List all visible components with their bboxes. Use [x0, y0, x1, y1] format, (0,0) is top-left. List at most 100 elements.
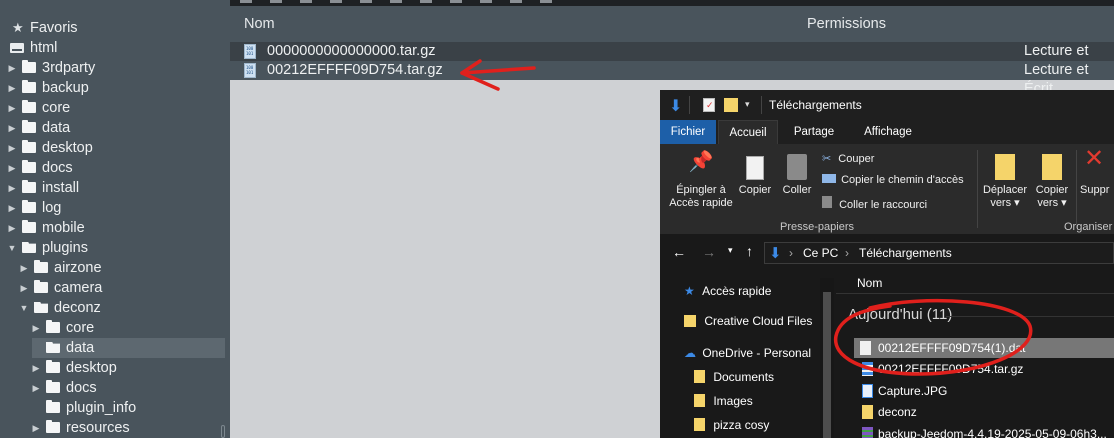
tree-item-deconz-desktop[interactable]: ▶ desktop	[0, 358, 230, 378]
move-to-button[interactable]: Déplacer vers ▾	[980, 152, 1030, 210]
folder-icon	[694, 418, 705, 431]
chevron-right-icon[interactable]: ▶	[7, 98, 17, 118]
recent-dropdown-icon[interactable]: ▾	[728, 245, 733, 256]
nav-quick-access[interactable]: ★ Accès rapide	[684, 284, 771, 298]
file-item-name: deconz	[878, 405, 917, 419]
copy-button[interactable]: Copier	[736, 152, 774, 197]
tree-item-plugins[interactable]: ▼ plugins	[0, 238, 230, 258]
tree-item-label: data	[66, 340, 95, 356]
shortcut-icon	[822, 196, 832, 208]
chevron-right-icon[interactable]: ▶	[19, 278, 29, 298]
chevron-right-icon[interactable]: ▶	[7, 118, 17, 138]
chevron-right-icon[interactable]: ▶	[31, 378, 41, 398]
cut-button[interactable]: ✂ Couper	[822, 152, 874, 165]
tree-item-log[interactable]: ▶ log	[0, 198, 230, 218]
archive-icon	[244, 63, 256, 78]
nav-images[interactable]: Images	[694, 394, 753, 408]
tab-view[interactable]: Affichage	[854, 120, 922, 144]
column-header-name[interactable]: Nom	[857, 276, 882, 290]
drive-icon	[10, 43, 24, 53]
chevron-right-icon[interactable]: ▶	[7, 218, 17, 238]
copy-to-button[interactable]: Copier vers ▾	[1032, 152, 1072, 210]
breadcrumb-this-pc[interactable]: Ce PC	[803, 246, 838, 260]
column-header-permissions[interactable]: Permissions	[807, 16, 886, 32]
tree-item-docs[interactable]: ▶ docs	[0, 158, 230, 178]
tab-file[interactable]: Fichier	[660, 120, 716, 144]
column-header-name[interactable]: Nom	[244, 16, 275, 32]
back-arrow-icon[interactable]: ←	[672, 244, 686, 260]
nav-onedrive[interactable]: ☁ OneDrive - Personal	[684, 346, 811, 360]
tree-item-label: plugins	[42, 240, 88, 256]
delete-button[interactable]: ✕ Suppr	[1080, 145, 1114, 197]
tree-item-3rdparty[interactable]: ▶ 3rdparty	[0, 58, 230, 78]
pin-icon: 📌	[688, 151, 714, 173]
tree-item-plugin-info[interactable]: plugin_info	[0, 398, 230, 418]
window-title: Téléchargements	[769, 98, 862, 112]
file-row[interactable]: 0000000000000000.tar.gz Lecture et Écrit	[230, 42, 1114, 78]
chevron-right-icon[interactable]: ▶	[7, 178, 17, 198]
delete-x-icon: ✕	[1084, 145, 1105, 172]
folder-icon	[34, 260, 48, 273]
tree-item-label: desktop	[66, 360, 117, 376]
nav-pizza-cosy[interactable]: pizza cosy	[694, 418, 769, 432]
chevron-right-icon[interactable]: ▶	[31, 418, 41, 438]
nav-creative-cloud[interactable]: Creative Cloud Files	[684, 314, 812, 328]
delete-label: Suppr	[1080, 184, 1110, 196]
tree-item-install[interactable]: ▶ install	[0, 178, 230, 198]
copy-path-button[interactable]: Copier le chemin d'accès	[822, 174, 964, 186]
tab-home[interactable]: Accueil	[718, 120, 778, 144]
chevron-right-icon[interactable]: ▶	[7, 198, 17, 218]
tree-scrollbar[interactable]	[221, 425, 225, 438]
folder-icon	[46, 320, 60, 333]
new-folder-icon[interactable]	[724, 98, 738, 112]
pin-quick-access-button[interactable]: 📌 Épingler à Accès rapide	[668, 151, 734, 210]
customize-dropdown-icon[interactable]: ▾	[745, 99, 750, 110]
tab-share[interactable]: Partage	[784, 120, 844, 144]
tree-item-deconz[interactable]: ▼ deconz	[0, 298, 230, 318]
tree-item-label: mobile	[42, 220, 85, 236]
breadcrumb-downloads[interactable]: Téléchargements	[859, 246, 952, 260]
file-row[interactable]: 00212EFFFF09D754.tar.gz Lecture et Écrit	[230, 61, 1114, 97]
move-label-line2: vers	[990, 197, 1012, 209]
tree-item-core[interactable]: ▶ core	[0, 98, 230, 118]
paste-button[interactable]: Coller	[778, 152, 816, 197]
chevron-right-icon[interactable]: ▶	[31, 358, 41, 378]
chevron-right-icon[interactable]: ▶	[31, 318, 41, 338]
address-bar-row: ← → ▾ ↑ ⬇ › Ce PC › Téléchargements	[660, 234, 1114, 272]
breadcrumb-separator: ›	[845, 246, 849, 260]
tree-item-mobile[interactable]: ▶ mobile	[0, 218, 230, 238]
copyto-label-line2: vers	[1037, 197, 1059, 209]
properties-icon[interactable]: ✓	[703, 98, 715, 112]
tree-item-data[interactable]: ▶ data	[0, 118, 230, 138]
chevron-right-icon[interactable]: ▶	[7, 78, 17, 98]
tree-item-label: deconz	[54, 300, 101, 316]
chevron-down-icon[interactable]: ▼	[19, 298, 29, 318]
paste-shortcut-button[interactable]: Coller le raccourci	[822, 196, 927, 211]
address-bar[interactable]: ⬇ › Ce PC › Téléchargements	[764, 242, 1114, 264]
chevron-right-icon[interactable]: ▶	[7, 158, 17, 178]
chevron-right-icon[interactable]: ▶	[19, 258, 29, 278]
tree-item-deconz-core[interactable]: ▶ core	[0, 318, 230, 338]
tree-root-html[interactable]: html	[0, 38, 230, 58]
chevron-right-icon[interactable]: ▶	[7, 58, 17, 78]
tree-item-camera[interactable]: ▶ camera	[0, 278, 230, 298]
forward-arrow-icon[interactable]: →	[702, 244, 716, 260]
nav-documents[interactable]: Documents	[694, 370, 774, 384]
up-arrow-icon[interactable]: ↑	[746, 243, 753, 259]
tree-item-backup[interactable]: ▶ backup	[0, 78, 230, 98]
folder-icon	[22, 80, 36, 93]
folder-icon	[22, 120, 36, 133]
chevron-down-icon[interactable]: ▼	[7, 238, 17, 258]
chevron-right-icon[interactable]: ▶	[7, 138, 17, 158]
tree-item-resources[interactable]: ▶ resources	[0, 418, 230, 438]
paste-label: Coller	[782, 184, 812, 196]
file-list-header: Nom Permissions	[230, 6, 1114, 42]
tree-favorites[interactable]: ★ Favoris	[0, 18, 230, 38]
folder-icon	[46, 420, 60, 433]
tree-item-desktop[interactable]: ▶ desktop	[0, 138, 230, 158]
tree-item-deconz-docs[interactable]: ▶ docs	[0, 378, 230, 398]
tree-item-deconz-data[interactable]: data	[0, 338, 230, 358]
nav-label: Images	[713, 394, 753, 408]
folder-icon	[46, 400, 60, 413]
tree-item-airzone[interactable]: ▶ airzone	[0, 258, 230, 278]
